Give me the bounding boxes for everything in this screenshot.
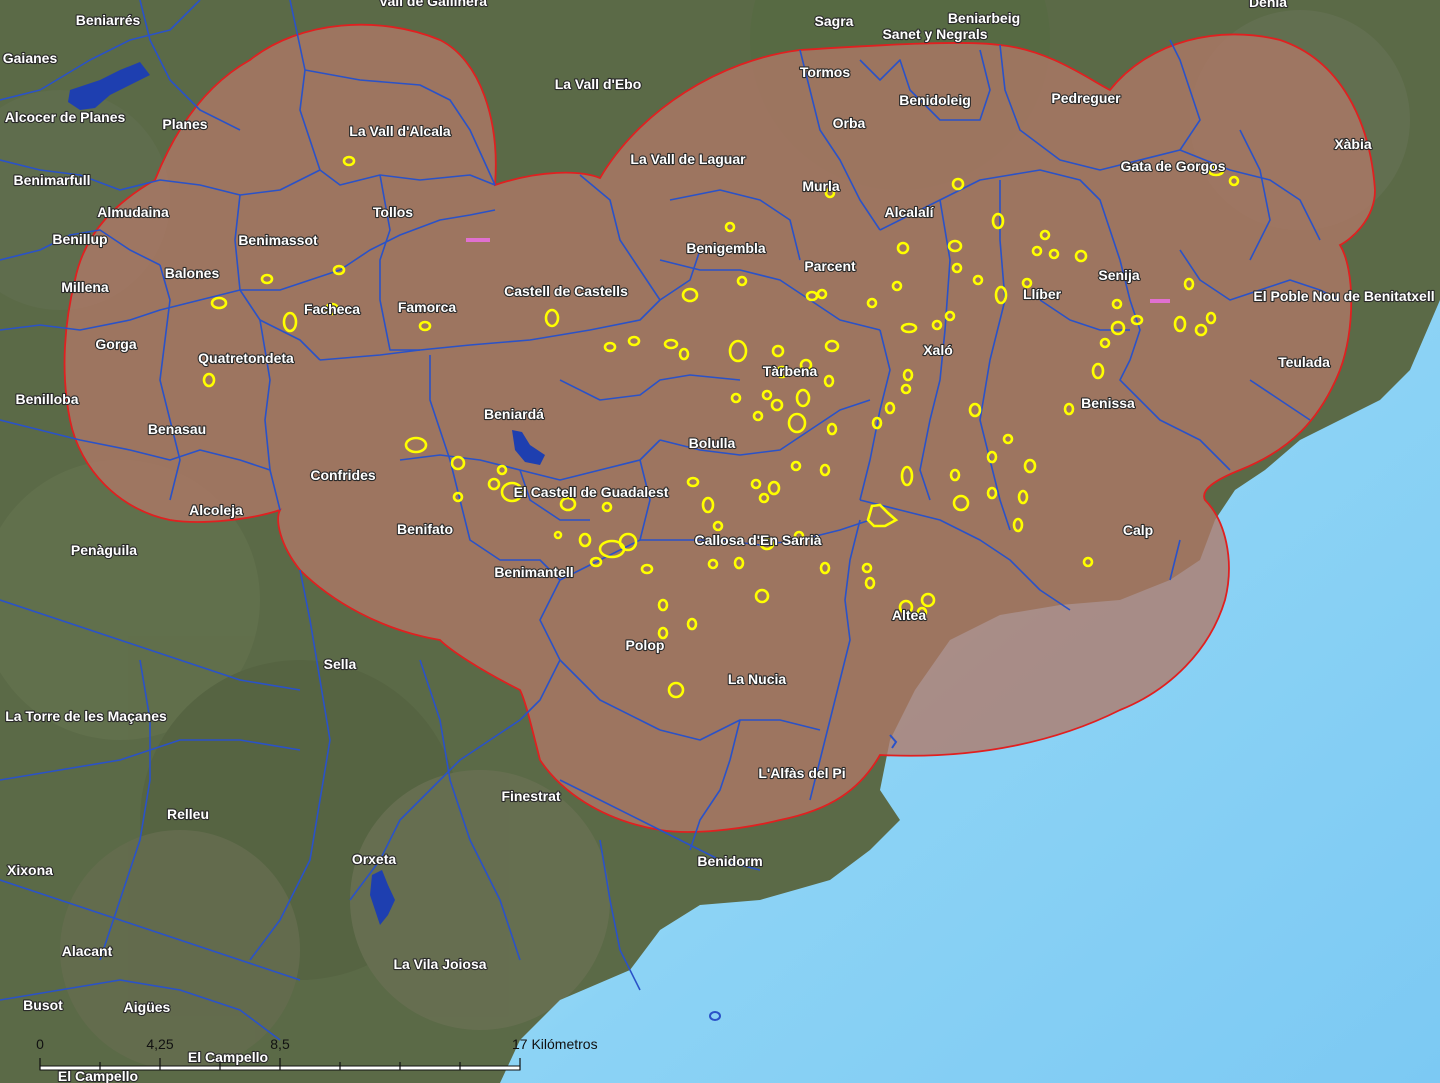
place-label-orba: Orba xyxy=(833,115,866,131)
place-label-polop: Polop xyxy=(626,637,665,653)
map-canvas[interactable]: Vall de Gallinera Beniarrés Sagra Beniar… xyxy=(0,0,1440,1083)
place-label-teulada: Teulada xyxy=(1278,354,1330,370)
scale-label-17-km: 17 Kilómetros xyxy=(512,1036,598,1052)
place-label-gata-de-gorgos: Gata de Gorgos xyxy=(1120,158,1225,174)
place-label-benifato: Benifato xyxy=(397,521,453,537)
place-label-benasau: Benasau xyxy=(148,421,206,437)
place-label-finestrat: Finestrat xyxy=(501,788,560,804)
place-label-tarbena: Tàrbena xyxy=(763,363,818,379)
place-label-la-nucia: La Nucia xyxy=(728,671,787,687)
place-label-el-castell-de-guadalest: El Castell de Guadalest xyxy=(514,484,669,500)
place-label-alcalali: Alcalalí xyxy=(884,204,934,220)
place-label-calp: Calp xyxy=(1123,522,1153,538)
place-label-benilloba: Benilloba xyxy=(15,391,78,407)
place-label-almudaina: Almudaina xyxy=(97,204,169,220)
place-label-la-vila-joiosa: La Vila Joiosa xyxy=(393,956,486,972)
place-label-orxeta: Orxeta xyxy=(352,851,397,867)
scale-label-4-25: 4,25 xyxy=(146,1036,173,1052)
place-label-confrides: Confrides xyxy=(310,467,376,483)
place-label-benidorm: Benidorm xyxy=(697,853,762,869)
place-label-tormos: Tormos xyxy=(800,64,851,80)
place-label-facheca: Facheca xyxy=(304,301,360,317)
place-label-la-torre-de-les-macanes: La Torre de les Maçanes xyxy=(5,708,167,724)
place-label-benissa: Benissa xyxy=(1081,395,1135,411)
place-label-sagra: Sagra xyxy=(815,13,854,29)
place-label-parcent: Parcent xyxy=(804,258,856,274)
place-label-beniarda: Beniardá xyxy=(484,406,544,422)
place-label-benidoleig: Benidoleig xyxy=(899,92,971,108)
place-label-balones: Balones xyxy=(165,265,220,281)
place-label-val-de-gallinera: Vall de Gallinera xyxy=(379,0,487,9)
place-label-gorga: Gorga xyxy=(95,336,136,352)
place-label-sanet-y-negrals: Sanet y Negrals xyxy=(882,26,987,42)
place-label-xalo: Xaló xyxy=(923,342,953,358)
place-label-murla: Murla xyxy=(802,178,840,194)
place-label-el-campello-1: El Campello xyxy=(188,1049,268,1065)
place-label-la-vall-debo: La Vall d'Ebo xyxy=(555,76,642,92)
place-label-alcocer-de-planes: Alcocer de Planes xyxy=(5,109,126,125)
place-label-la-vall-dalcala: La Vall d'Alcala xyxy=(349,123,451,139)
place-label-beniarbeig: Beniarbeig xyxy=(948,10,1020,26)
place-label-busot: Busot xyxy=(23,997,63,1013)
place-label-pedreguer: Pedreguer xyxy=(1051,90,1121,106)
place-label-la-vall-de-laguar: La Vall de Laguar xyxy=(630,151,746,167)
place-label-castell-de-castells: Castell de Castells xyxy=(504,283,628,299)
place-label-senija: Senija xyxy=(1098,267,1139,283)
place-label-aigues: Aigües xyxy=(124,999,171,1015)
place-label-lliber: Llíber xyxy=(1023,286,1062,302)
place-label-benillup: Benillup xyxy=(52,231,107,247)
place-label-bolulla: Bolulla xyxy=(689,435,736,451)
place-label-callosa: Callosa d'En Sarrià xyxy=(694,532,821,548)
scale-label-8-5: 8,5 xyxy=(270,1036,290,1052)
place-label-beniarres: Beniarrés xyxy=(76,12,141,28)
place-label-tollos: Tollos xyxy=(373,204,413,220)
place-label-penaguila: Penàguila xyxy=(71,542,137,558)
place-label-benigembla: Benigembla xyxy=(686,240,766,256)
place-label-planes: Planes xyxy=(162,116,207,132)
place-label-quatretondeta: Quatretondeta xyxy=(198,350,294,366)
place-label-gaianes: Gaianes xyxy=(3,50,58,66)
place-label-altea: Altea xyxy=(892,607,926,623)
place-label-millena: Millena xyxy=(61,279,109,295)
place-label-benimassot: Benimassot xyxy=(238,232,318,248)
place-label-sella: Sella xyxy=(324,656,357,672)
place-label-famorca: Famorca xyxy=(398,299,457,315)
place-label-alcoleja: Alcoleja xyxy=(189,502,243,518)
place-label-alacant: Alacant xyxy=(62,943,113,959)
place-label-xabia: Xàbia xyxy=(1334,136,1372,152)
place-label-xixona: Xixona xyxy=(7,862,53,878)
place-label-denia: Dénia xyxy=(1249,0,1287,10)
place-label-el-poble-nou: El Poble Nou de Benitatxell xyxy=(1253,288,1434,304)
place-label-benimarfull: Benimarfull xyxy=(13,172,90,188)
place-label-lalfas-del-pi: L'Alfàs del Pi xyxy=(758,765,845,781)
place-label-benimantell: Benimantell xyxy=(494,564,573,580)
scale-label-0: 0 xyxy=(36,1036,44,1052)
place-label-relleu: Relleu xyxy=(167,806,209,822)
